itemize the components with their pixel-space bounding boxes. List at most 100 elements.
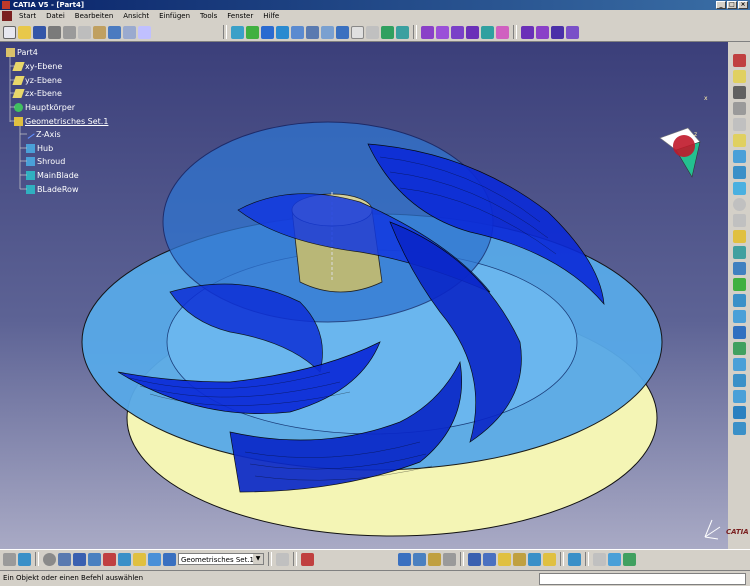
pick-icon[interactable] [396, 25, 409, 39]
tree-node-part4[interactable]: Part4 [6, 48, 38, 57]
menu-datei[interactable]: Datei [41, 12, 70, 20]
fit-all-icon[interactable] [246, 25, 259, 39]
measure-between-icon[interactable] [276, 552, 289, 566]
line-icon[interactable] [732, 118, 746, 131]
hide-show-icon[interactable] [366, 25, 379, 39]
analysis-icon[interactable] [496, 25, 509, 39]
select-icon[interactable] [732, 70, 746, 83]
revolve-icon[interactable] [732, 166, 746, 179]
tree-node-bladerow[interactable]: BLadeRow [26, 185, 78, 194]
sketcher-icon[interactable] [732, 54, 746, 67]
tree-node-z-axis[interactable]: Z-Axis [25, 130, 61, 139]
menu-start[interactable]: Start [14, 12, 41, 20]
swap-space-icon[interactable] [381, 25, 394, 39]
chevron-down-icon[interactable]: ▼ [253, 554, 263, 564]
snap-icon[interactable] [732, 86, 746, 99]
snap-point-icon[interactable] [118, 552, 131, 566]
measure-icon[interactable] [436, 25, 449, 39]
lock-icon[interactable] [428, 552, 441, 566]
measure-icon[interactable] [443, 552, 456, 566]
catalog-icon[interactable] [481, 25, 494, 39]
blend-icon[interactable] [732, 278, 746, 291]
trim-icon[interactable] [732, 310, 746, 323]
menu-fenster[interactable]: Fenster [222, 12, 258, 20]
tree-node-hub[interactable]: Hub [26, 144, 53, 153]
table-icon[interactable] [88, 552, 101, 566]
copy-icon[interactable] [78, 25, 91, 39]
open-icon[interactable] [18, 25, 31, 39]
zoom-out-icon[interactable] [306, 25, 319, 39]
tree-node-geometrisches-set[interactable]: Geometrisches Set.1 [14, 117, 108, 126]
scan-icon[interactable] [398, 552, 411, 566]
tree-node-xy-ebene[interactable]: xy-Ebene [12, 62, 62, 71]
constraint-icon[interactable] [103, 552, 116, 566]
part-body-icon[interactable] [521, 25, 534, 39]
print-icon[interactable] [48, 25, 61, 39]
spline-icon[interactable] [732, 214, 746, 227]
normal-view-icon[interactable] [321, 25, 334, 39]
extract-icon[interactable] [732, 326, 746, 339]
hide-icon[interactable] [148, 552, 161, 566]
fillet-icon[interactable] [732, 342, 746, 355]
menu-hilfe[interactable]: Hilfe [258, 12, 284, 20]
insert-set-icon[interactable] [133, 552, 146, 566]
law-icon[interactable] [566, 25, 579, 39]
environment-icon[interactable] [623, 552, 636, 566]
update-icon[interactable] [43, 552, 56, 566]
tree-node-zx-ebene[interactable]: zx-Ebene [12, 89, 62, 98]
whats-this-icon[interactable] [138, 25, 151, 39]
fly-mode-icon[interactable] [231, 25, 244, 39]
redo-icon[interactable] [123, 25, 136, 39]
menu-tools[interactable]: Tools [195, 12, 222, 20]
menu-bearbeiten[interactable]: Bearbeiten [70, 12, 118, 20]
pattern-icon[interactable] [732, 406, 746, 419]
split-icon[interactable] [732, 294, 746, 307]
grid-icon[interactable] [73, 552, 86, 566]
plane-icon[interactable] [732, 134, 746, 147]
tree-node-hauptkoerper[interactable]: Hauptkörper [14, 103, 75, 112]
iso-view-icon[interactable] [336, 25, 349, 39]
formula-icon[interactable] [551, 25, 564, 39]
offset-icon[interactable] [732, 262, 746, 275]
new-icon[interactable] [3, 25, 16, 39]
menu-ansicht[interactable]: Ansicht [118, 12, 154, 20]
sketch-icon[interactable] [3, 552, 16, 566]
layer-icon[interactable] [163, 552, 176, 566]
coordinate-icon[interactable] [468, 552, 481, 566]
folder-icon[interactable] [498, 552, 511, 566]
search-icon[interactable] [528, 552, 541, 566]
fill-icon[interactable] [732, 246, 746, 259]
grid-mesh-icon[interactable] [483, 552, 496, 566]
impeller-model[interactable]: x z [0, 42, 728, 549]
undo-icon[interactable] [108, 25, 121, 39]
work-on-support-icon[interactable] [18, 552, 31, 566]
save-icon[interactable] [33, 25, 46, 39]
cut-icon[interactable] [63, 25, 76, 39]
close-button[interactable]: × [738, 1, 748, 9]
print-icon[interactable] [593, 552, 606, 566]
zoom-in-icon[interactable] [291, 25, 304, 39]
pan-icon[interactable] [261, 25, 274, 39]
maximize-button[interactable]: □ [727, 1, 737, 9]
menu-einfuegen[interactable]: Einfügen [154, 12, 195, 20]
symmetry-icon[interactable] [732, 390, 746, 403]
command-input[interactable] [539, 573, 746, 585]
rotate-icon[interactable] [276, 25, 289, 39]
extrude-icon[interactable] [732, 150, 746, 163]
analysis-icon[interactable] [732, 422, 746, 435]
minimize-button[interactable]: _ [716, 1, 726, 9]
tree-node-yz-ebene[interactable]: yz-Ebene [12, 76, 62, 85]
sort-icon[interactable] [413, 552, 426, 566]
axis-system-icon[interactable] [58, 552, 71, 566]
catalog-icon[interactable] [543, 552, 556, 566]
apply-material-icon[interactable] [301, 552, 314, 566]
tree-node-shroud[interactable]: Shroud [26, 157, 65, 166]
join-icon[interactable] [732, 230, 746, 243]
translate-icon[interactable] [732, 358, 746, 371]
geometrical-set-select[interactable]: Geometrisches Set.1 ▼ [178, 553, 264, 565]
replace-icon[interactable] [513, 552, 526, 566]
sweep-icon[interactable] [732, 182, 746, 195]
3d-viewport[interactable]: x z Part4 xy-Ebene yz-Ebene zx-Ebene Hau… [0, 42, 728, 549]
apply-material-icon[interactable] [421, 25, 434, 39]
scan-icon[interactable] [466, 25, 479, 39]
